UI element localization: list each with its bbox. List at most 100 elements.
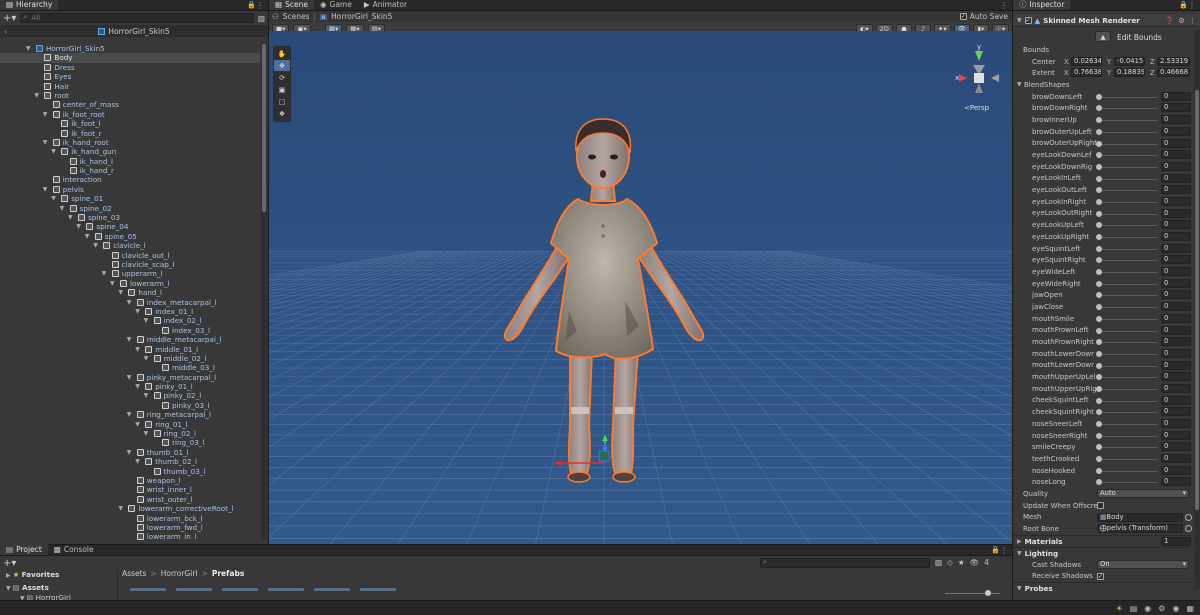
lock-icon[interactable]: 🔒 (991, 546, 1000, 554)
thumbnail-size-knob[interactable] (985, 590, 991, 596)
expand-arrow-icon[interactable]: ▼ (118, 288, 123, 297)
asset-thumbnail[interactable] (222, 588, 258, 591)
center-z-field[interactable]: 2.53319 (1157, 56, 1190, 66)
blendshape-slider-track[interactable] (1097, 388, 1157, 390)
auto-save-checkbox[interactable]: ✓ (959, 13, 967, 20)
blendshape-value-field[interactable]: 0 (1161, 325, 1191, 335)
cache-icon[interactable]: ▤ (1130, 604, 1138, 613)
scene-header[interactable]: ‹ HorrorGirl_Skin5 (0, 25, 268, 37)
component-enabled-checkbox[interactable]: ✓ (1024, 16, 1032, 24)
blendshape-slider-knob[interactable] (1096, 327, 1102, 334)
blendshape-slider-knob[interactable] (1096, 210, 1102, 217)
blendshape-value-field[interactable]: 0 (1161, 161, 1191, 171)
hierarchy-item[interactable]: lowerarm_in_l (0, 532, 260, 540)
blendshape-value-field[interactable]: 0 (1161, 267, 1191, 277)
hierarchy-item[interactable]: middle_03_l (0, 363, 260, 372)
hierarchy-item[interactable]: ▼ ring_metacarpal_l (0, 410, 260, 419)
blendshape-slider-knob[interactable] (1096, 444, 1102, 451)
blendshape-slider-knob[interactable] (1096, 163, 1102, 170)
blendshape-value-field[interactable]: 0 (1161, 220, 1191, 230)
blendshape-slider-track[interactable] (1097, 155, 1157, 157)
hierarchy-item[interactable]: clavicle_scap_l (0, 260, 260, 269)
expand-arrow-icon[interactable]: ▼ (127, 410, 132, 419)
hierarchy-item[interactable]: center_of_mass (0, 100, 260, 109)
breadcrumb-assets[interactable]: Assets (122, 569, 146, 578)
blendshape-slider-track[interactable] (1097, 178, 1157, 180)
tab-project[interactable]: ▤ Project (0, 544, 48, 555)
expand-arrow-icon[interactable]: ▼ (85, 232, 90, 241)
blendshape-slider-knob[interactable] (1096, 315, 1102, 322)
blendshape-slider-knob[interactable] (1096, 397, 1102, 404)
hierarchy-item[interactable]: ▼ spine_04 (0, 222, 260, 231)
kebab-menu-icon[interactable]: ⋮ (1188, 1, 1196, 10)
blendshape-slider-knob[interactable] (1096, 432, 1102, 439)
hierarchy-item[interactable]: ▼ ik_foot_root (0, 110, 260, 119)
blendshape-value-field[interactable]: 0 (1161, 138, 1191, 148)
blendshape-slider-track[interactable] (1097, 377, 1157, 379)
blendshape-value-field[interactable]: 0 (1161, 255, 1191, 265)
hierarchy-item[interactable]: Hair (0, 82, 260, 91)
hierarchy-item[interactable]: ▼ HorrorGirl_Skin5 (0, 44, 260, 53)
blendshape-value-field[interactable]: 0 (1161, 278, 1191, 288)
blendshape-slider-track[interactable] (1097, 225, 1157, 227)
breadcrumb-scenes[interactable]: Scenes (283, 12, 310, 21)
blendshape-slider-knob[interactable] (1096, 117, 1102, 124)
breadcrumb-prefabs[interactable]: Prefabs (212, 569, 244, 578)
favorites-foldout[interactable]: ▶ ★ Favorites (0, 570, 117, 579)
blendshape-slider-track[interactable] (1097, 237, 1157, 238)
hierarchy-item[interactable]: ik_foot_r (0, 129, 260, 138)
tab-console[interactable]: ▩ Console (48, 544, 100, 555)
cast-shadows-dropdown[interactable]: On (1097, 559, 1189, 569)
blendshape-slider-knob[interactable] (1096, 152, 1102, 159)
blendshape-slider-knob[interactable] (1096, 280, 1102, 287)
hierarchy-item[interactable]: ▼ spine_02 (0, 204, 260, 213)
help-icon[interactable]: ❓ (1165, 16, 1174, 25)
search-by-label-icon[interactable]: ◇ (947, 558, 953, 567)
hierarchy-item[interactable]: ik_hand_r (0, 166, 260, 175)
blendshape-value-field[interactable]: 0 (1161, 477, 1191, 487)
scene-viewport[interactable]: y x <Persp ✋ ✥ ⟳ ▣ □ ❖ (269, 31, 1012, 544)
hierarchy-item[interactable]: ▼ ik_hand_gun (0, 147, 260, 156)
blendshape-value-field[interactable]: 0 (1161, 442, 1191, 452)
asset-thumbnail[interactable] (314, 588, 350, 591)
receive-shadows-checkbox[interactable]: ✓ (1097, 572, 1104, 580)
expand-arrow-icon[interactable]: ▼ (127, 448, 132, 457)
blendshape-slider-track[interactable] (1097, 96, 1157, 98)
blendshape-value-field[interactable]: 0 (1161, 243, 1191, 253)
blendshape-slider-track[interactable] (1097, 342, 1157, 344)
quality-dropdown[interactable]: Auto (1097, 489, 1189, 499)
blendshape-slider-knob[interactable] (1096, 257, 1102, 264)
blendshape-slider-track[interactable] (1097, 108, 1157, 110)
edit-bounds-button[interactable]: ▲ (1095, 31, 1111, 42)
scene-canvas[interactable]: y x <Persp (269, 31, 1012, 544)
hierarchy-item[interactable]: ▼ upperarm_l (0, 269, 260, 278)
asset-thumbnail[interactable] (130, 588, 166, 591)
thumbnail-size-slider[interactable] (945, 590, 1000, 596)
blendshape-slider-track[interactable] (1097, 272, 1157, 274)
breadcrumb-prefab[interactable]: HorrorGirl_Skin5 (331, 12, 392, 21)
probes-foldout[interactable]: ▼ Probes (1013, 582, 1200, 594)
hierarchy-item[interactable]: ▼ index_01_l (0, 307, 260, 316)
add-icon[interactable]: +▾ (3, 558, 16, 569)
hierarchy-item[interactable]: thumb_03_l (0, 467, 260, 476)
blendshape-slider-knob[interactable] (1096, 467, 1102, 474)
expand-arrow-icon[interactable]: ▼ (110, 279, 115, 288)
blendshape-slider-track[interactable] (1097, 435, 1157, 437)
blendshape-slider-knob[interactable] (1096, 304, 1102, 311)
blendshape-slider-track[interactable] (1097, 283, 1157, 285)
blendshape-slider-track[interactable] (1097, 412, 1157, 414)
blendshape-value-field[interactable]: 0 (1161, 454, 1191, 464)
hierarchy-item[interactable]: ▼ lowerarm_l (0, 279, 260, 288)
hierarchy-item[interactable]: ▼ pinky_01_l (0, 382, 260, 391)
blendshape-slider-knob[interactable] (1096, 374, 1102, 381)
blendshape-value-field[interactable]: 0 (1161, 103, 1191, 113)
hierarchy-item[interactable]: ▼ index_02_l (0, 316, 260, 325)
blendshape-value-field[interactable]: 0 (1161, 395, 1191, 405)
blendshape-value-field[interactable]: 0 (1161, 173, 1191, 183)
expand-arrow-icon[interactable]: ▼ (43, 138, 48, 147)
blendshape-value-field[interactable]: 0 (1161, 115, 1191, 125)
asset-thumbnail[interactable] (176, 588, 212, 591)
blendshape-value-field[interactable]: 0 (1161, 419, 1191, 428)
breadcrumb-horrorgirl[interactable]: HorrorGirl (161, 569, 198, 578)
lighting-foldout[interactable]: ▼ Lighting (1013, 546, 1200, 559)
